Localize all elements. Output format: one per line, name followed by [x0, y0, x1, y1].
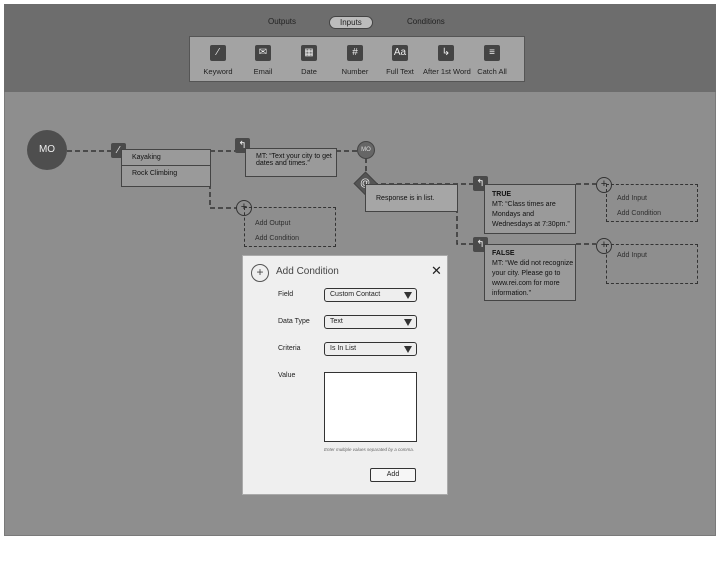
- keyword-item[interactable]: Kayaking: [122, 150, 210, 166]
- keyword-item[interactable]: Rock Climbing: [122, 166, 210, 181]
- criteria-label: Criteria: [278, 345, 301, 352]
- false-label: FALSE: [492, 250, 515, 257]
- condition-node[interactable]: Response is in list.: [365, 184, 458, 212]
- dialog-title: Add Condition: [276, 266, 339, 277]
- add-condition-link[interactable]: Add Condition: [617, 206, 697, 221]
- mo-small-node[interactable]: MO: [357, 141, 375, 159]
- mt-reply-node[interactable]: MT: “Text your city to get dates and tim…: [245, 148, 337, 177]
- false-message: MT: “We did not recognize your city. Ple…: [492, 260, 574, 297]
- start-node-mo[interactable]: MO: [27, 130, 67, 170]
- add-output-placeholder: Add Output Add Condition: [244, 207, 336, 247]
- chevron-down-icon: [404, 346, 412, 353]
- add-condition-dialog: + Add Condition ✕ Field Custom Contact D…: [242, 255, 448, 495]
- false-branch-node[interactable]: FALSE MT: “We did not recognize your cit…: [484, 244, 576, 301]
- false-add-placeholder: Add Input: [606, 244, 698, 284]
- value-label: Value: [278, 372, 296, 379]
- keyword-list[interactable]: Kayaking Rock Climbing: [121, 149, 211, 187]
- add-input-link[interactable]: Add Input: [617, 191, 697, 206]
- value-textarea[interactable]: [324, 372, 417, 442]
- value-hint: Enter multiple values separated by a com…: [324, 447, 415, 452]
- datatype-select[interactable]: Text: [324, 315, 417, 329]
- true-label: TRUE: [492, 191, 512, 198]
- add-input-link[interactable]: Add Input: [617, 252, 697, 259]
- add-button[interactable]: Add: [370, 468, 416, 482]
- add-output-link[interactable]: Add Output: [255, 216, 335, 231]
- field-select[interactable]: Custom Contact: [324, 288, 417, 302]
- add-condition-link[interactable]: Add Condition: [255, 231, 335, 246]
- field-label: Field: [278, 291, 294, 298]
- true-message: MT: “Class times are Mondays and Wednesd…: [492, 201, 570, 228]
- chevron-down-icon: [404, 319, 412, 326]
- datatype-label: Data Type: [278, 318, 310, 325]
- close-icon[interactable]: ✕: [431, 263, 442, 279]
- true-branch-node[interactable]: TRUE MT: “Class times are Mondays and We…: [484, 184, 576, 234]
- true-add-placeholder: Add Input Add Condition: [606, 184, 698, 222]
- chevron-down-icon: [404, 292, 412, 299]
- criteria-select[interactable]: Is In List: [324, 342, 417, 356]
- plus-circle-icon: +: [251, 264, 269, 282]
